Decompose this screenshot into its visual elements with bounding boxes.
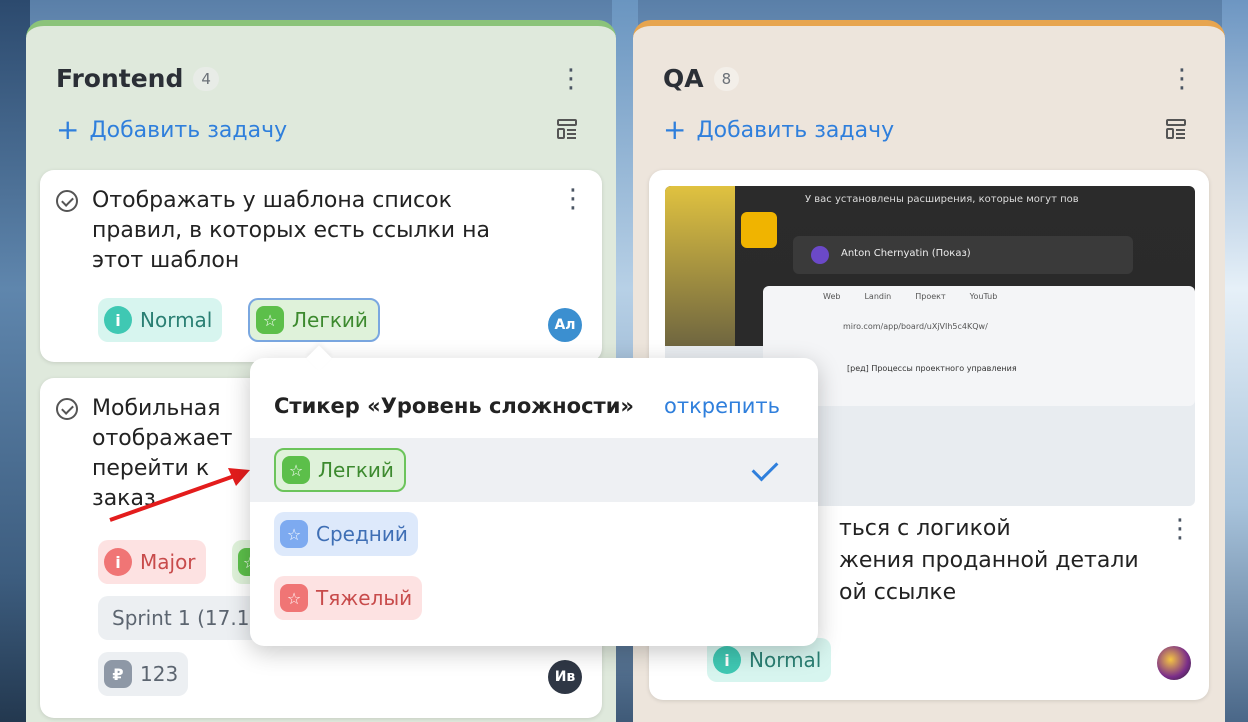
sprint-label: Sprint 1 (17.1 — [112, 606, 250, 630]
card-title-line: Мобильная — [92, 396, 221, 421]
column-menu-icon[interactable]: ⋮ — [558, 66, 584, 92]
difficulty-option-medium[interactable]: ☆ Средний — [250, 502, 818, 566]
difficulty-popover: Стикер «Уровень сложности» открепить ☆ Л… — [250, 358, 818, 646]
difficulty-chip: ☆ Тяжелый — [274, 576, 423, 620]
popover-title: Стикер «Уровень сложности» — [274, 394, 634, 418]
priority-label: Major — [140, 550, 196, 574]
column-title: Frontend — [56, 64, 184, 93]
info-icon: i — [104, 548, 132, 576]
add-task-label: Добавить задачу — [89, 117, 288, 143]
option-label: Средний — [316, 522, 408, 546]
card-title-line: ой ссылке — [839, 580, 957, 605]
column-menu-icon[interactable]: ⋮ — [1169, 66, 1195, 92]
add-task-button[interactable]: + Добавить задачу — [663, 116, 894, 144]
card-layout-icon[interactable] — [1165, 118, 1187, 140]
avatar[interactable]: Ив — [548, 660, 582, 694]
star-icon: ☆ — [282, 456, 310, 484]
priority-label: Normal — [140, 308, 213, 332]
extensions-warning: У вас установлены расширения, которые мо… — [805, 194, 1079, 205]
budget-chip[interactable]: ₽ 123 — [98, 652, 189, 696]
browser-tab: Web — [823, 292, 841, 301]
browser-tab: Landin — [864, 292, 892, 301]
column-title: QA — [663, 64, 704, 93]
option-label: Легкий — [318, 458, 394, 482]
user-avatar — [811, 246, 829, 264]
difficulty-chip: ☆ Средний — [274, 512, 418, 556]
avatar[interactable]: Ал — [548, 308, 582, 342]
budget-value: 123 — [140, 662, 179, 686]
column-header: Frontend 4 — [56, 64, 219, 93]
background-right — [1222, 0, 1248, 722]
difficulty-chip: ☆ Легкий — [274, 448, 406, 492]
add-task-button[interactable]: + Добавить задачу — [56, 116, 287, 144]
star-icon: ☆ — [280, 520, 308, 548]
info-icon: i — [713, 646, 741, 674]
card-layout-icon[interactable] — [556, 118, 578, 140]
board-name: [ред] Процессы проектного управления — [847, 364, 1017, 373]
card-menu-icon[interactable]: ⋮ — [1167, 516, 1193, 542]
column-count: 4 — [193, 66, 219, 91]
avatar[interactable] — [1157, 646, 1191, 680]
card-title-line: ться с логикой — [839, 516, 1011, 541]
card-title: Отображать у шаблона список правил, в ко… — [92, 188, 490, 273]
priority-chip[interactable]: i Major — [98, 540, 206, 584]
unpin-link[interactable]: открепить — [664, 394, 780, 418]
checkmark-icon — [751, 454, 779, 482]
column-count: 8 — [713, 66, 740, 91]
extension-icon — [741, 212, 777, 248]
annotation-arrow-icon — [109, 468, 250, 522]
difficulty-chip[interactable]: ☆ Легкий — [248, 298, 380, 342]
complete-checkbox-icon[interactable] — [56, 190, 78, 212]
info-icon: i — [104, 306, 132, 334]
star-icon: ☆ — [256, 306, 284, 334]
difficulty-option-hard[interactable]: ☆ Тяжелый — [250, 566, 818, 630]
complete-checkbox-icon[interactable] — [56, 398, 78, 420]
card-title-line: жения проданной детали — [839, 548, 1139, 573]
card-title-line: отображает — [92, 426, 233, 451]
star-icon: ☆ — [280, 584, 308, 612]
address-bar: miro.com/app/board/uXjVIh5c4KQw/ — [843, 322, 988, 331]
column-header: QA 8 — [663, 64, 740, 93]
task-card[interactable]: ⋮ Отображать у шаблона список правил, в … — [40, 170, 602, 362]
option-label: Тяжелый — [316, 586, 413, 610]
sprint-chip[interactable]: Sprint 1 (17.1 — [98, 596, 264, 640]
difficulty-label: Легкий — [292, 308, 368, 332]
difficulty-option-easy[interactable]: ☆ Легкий — [250, 438, 818, 502]
plus-icon: + — [56, 113, 80, 146]
priority-label: Normal — [749, 648, 822, 672]
plus-icon: + — [663, 113, 687, 146]
add-task-label: Добавить задачу — [696, 117, 895, 143]
card-menu-icon[interactable]: ⋮ — [560, 186, 586, 212]
ruble-icon: ₽ — [104, 660, 132, 688]
priority-chip[interactable]: i Normal — [98, 298, 223, 342]
browser-tab: YouTub — [969, 292, 998, 301]
user-name: Anton Chernyatin (Показ) — [841, 248, 971, 259]
browser-tab: Проект — [915, 292, 946, 301]
